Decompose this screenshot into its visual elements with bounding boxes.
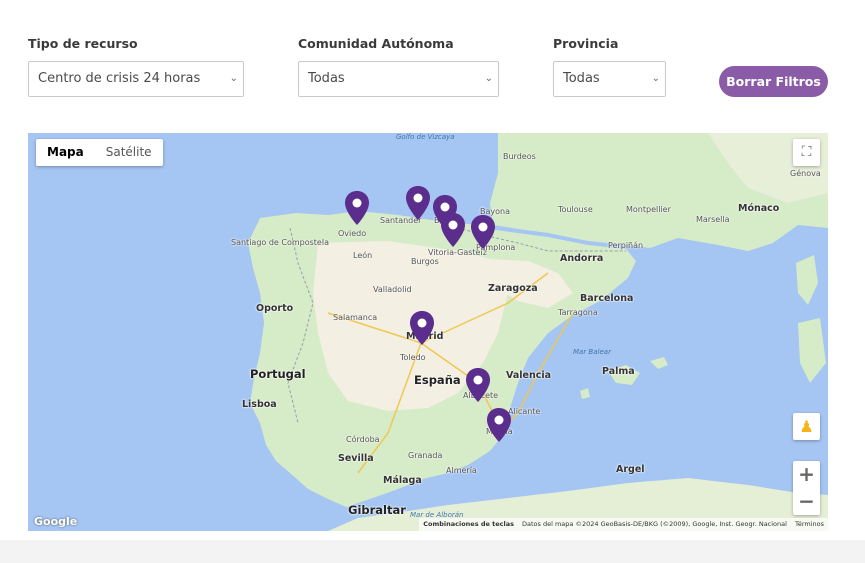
chevron-down-icon: ⌄	[651, 73, 660, 84]
city-label: Palma	[602, 366, 635, 377]
terms-link[interactable]: Términos	[795, 518, 824, 531]
location-marker[interactable]	[470, 215, 496, 249]
keyboard-shortcuts-link[interactable]: Combinaciones de teclas	[423, 518, 514, 531]
province-select[interactable]: Todas ⌄	[553, 61, 666, 97]
city-label: Toledo	[400, 353, 426, 362]
map-pin-icon	[406, 186, 430, 220]
map-view[interactable]: Golfo de Vizcaya Burdeos Toulouse Montpe…	[28, 133, 828, 531]
map-pin-icon	[345, 191, 369, 225]
map-pin-icon	[471, 215, 495, 249]
city-label: Burdeos	[503, 152, 536, 161]
city-label: Valladolid	[373, 285, 412, 294]
city-label: Tarragona	[558, 308, 598, 317]
footer-strip	[0, 540, 865, 563]
city-label: Marsella	[696, 215, 730, 224]
city-label: Almería	[446, 466, 477, 475]
city-label: Valencia	[506, 370, 552, 381]
community-select[interactable]: Todas ⌄	[298, 61, 499, 97]
city-label: Burgos	[411, 257, 439, 266]
location-marker[interactable]	[405, 186, 431, 220]
fullscreen-icon: ⛶	[801, 144, 812, 160]
location-marker[interactable]	[409, 311, 435, 345]
city-label: Córdoba	[346, 435, 380, 444]
map-pin-icon	[410, 311, 434, 345]
city-label: Argel	[616, 464, 645, 475]
community-value: Todas	[308, 71, 345, 86]
map-type-control: Mapa Satélite	[36, 139, 163, 166]
city-label: Zaragoza	[488, 283, 538, 294]
sea-label: Mar Balear	[573, 348, 611, 356]
city-label: Oporto	[256, 303, 294, 314]
city-label: Sevilla	[338, 453, 374, 464]
city-label: Santiago de Compostela	[231, 238, 329, 247]
province-value: Todas	[563, 71, 600, 86]
google-logo: Google	[34, 515, 78, 528]
city-label: Oviedo	[338, 229, 367, 238]
map-type-map-button[interactable]: Mapa	[36, 139, 95, 166]
fullscreen-button[interactable]: ⛶	[793, 139, 820, 166]
city-label: Lisboa	[242, 399, 277, 410]
chevron-down-icon: ⌄	[229, 73, 238, 84]
chevron-down-icon: ⌄	[484, 73, 493, 84]
city-label: Alicante	[508, 407, 541, 416]
city-label: Perpiñán	[608, 241, 644, 250]
province-label: Provincia	[553, 36, 619, 51]
city-label: Salamanca	[333, 313, 378, 322]
city-label: Gibraltar	[348, 503, 406, 517]
location-marker[interactable]	[486, 408, 512, 442]
location-marker[interactable]	[440, 213, 466, 247]
city-label: Barcelona	[580, 293, 634, 304]
zoom-out-button[interactable]: −	[793, 488, 820, 515]
country-label: Mónaco	[738, 203, 780, 214]
clear-filters-button[interactable]: Borrar Filtros	[719, 66, 828, 97]
resource-type-select[interactable]: Centro de crisis 24 horas ⌄	[28, 61, 244, 97]
location-marker[interactable]	[344, 191, 370, 225]
city-label: Málaga	[383, 475, 422, 486]
map-type-satellite-button[interactable]: Satélite	[95, 139, 163, 166]
map-attribution: Combinaciones de teclas Datos del mapa ©…	[419, 518, 828, 531]
sea-label: Golfo de Vizcaya	[396, 133, 455, 141]
map-pin-icon	[441, 213, 465, 247]
city-label: León	[353, 251, 373, 260]
city-label: Granada	[408, 451, 443, 460]
map-pin-icon	[466, 368, 490, 402]
zoom-in-button[interactable]: +	[793, 461, 820, 488]
resource-type-label: Tipo de recurso	[28, 36, 138, 51]
country-label: Andorra	[560, 253, 604, 264]
country-label: Portugal	[250, 367, 306, 381]
zoom-control: + −	[793, 461, 820, 515]
pegman-icon: ♟	[799, 417, 814, 436]
community-label: Comunidad Autónoma	[298, 36, 454, 51]
city-label: Toulouse	[558, 205, 593, 214]
map-pin-icon	[487, 408, 511, 442]
city-label: Montpellier	[626, 205, 671, 214]
city-label: Génova	[790, 169, 821, 178]
location-marker[interactable]	[465, 368, 491, 402]
street-view-button[interactable]: ♟	[793, 413, 820, 440]
resource-type-value: Centro de crisis 24 horas	[38, 71, 201, 86]
map-data-text: Datos del mapa ©2024 GeoBasis-DE/BKG (©2…	[522, 520, 787, 528]
country-label: España	[414, 373, 461, 387]
